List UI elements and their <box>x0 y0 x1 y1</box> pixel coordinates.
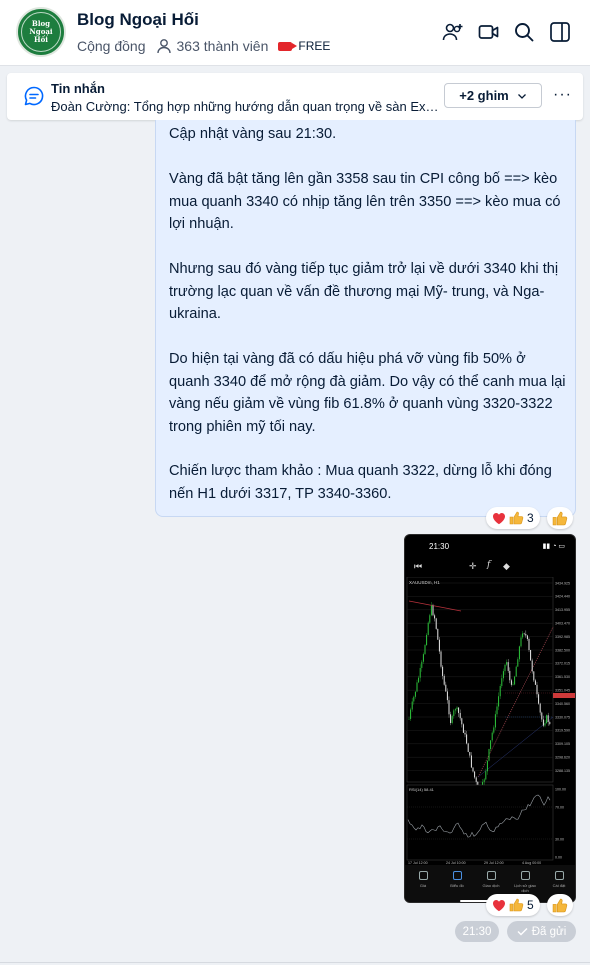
nav-item-settings: Cài đặt <box>545 871 573 888</box>
nav-label: Lịch sử giao dịch <box>514 883 536 893</box>
heart-icon <box>493 512 505 524</box>
pins-count-label: +2 ghim <box>459 88 509 103</box>
nav-label: Giá <box>419 883 427 888</box>
phone-status-bar: 21:30 ▮▮ ◔ ▭ <box>405 535 575 557</box>
trade-icon <box>486 871 496 880</box>
message-paragraph: Nhưng sau đó vàng tiếp tục giảm trở lại … <box>169 261 559 322</box>
price-tick-label: 3330.075 <box>555 715 570 719</box>
timeframe-icon: ⏮ <box>414 561 423 571</box>
rsi-tick-label: 30.00 <box>555 837 564 841</box>
chart-icon <box>452 871 462 880</box>
nav-label: Giao dịch <box>482 883 500 888</box>
free-badge: FREE <box>298 39 331 53</box>
check-icon <box>517 928 528 936</box>
reaction-count: 3 <box>527 511 534 525</box>
search-icon[interactable] <box>512 20 536 44</box>
add-reaction-button[interactable] <box>547 507 573 529</box>
price-tick-label: 3392.985 <box>555 635 570 639</box>
crosshair-icon: ✛ <box>469 561 477 571</box>
thumbs-up-icon <box>509 898 524 912</box>
price-tick-label: 3372.015 <box>555 662 570 666</box>
group-category: Cộng đồng <box>77 38 146 54</box>
price-tick-label: 3361.530 <box>555 675 570 679</box>
pinned-text[interactable]: Đoàn Cường: Tổng hợp những hướng dẫn qua… <box>51 99 439 114</box>
member-icon <box>156 39 171 54</box>
message-paragraph: Chiến lược tham khảo : Mua quanh 3322, d… <box>169 463 552 502</box>
avatar-text-line2: Ngoại Hối <box>29 27 53 44</box>
price-tick-label: 3413.955 <box>555 608 570 612</box>
add-reaction-button[interactable] <box>547 894 573 916</box>
price-tick-label: 3424.440 <box>555 595 570 599</box>
rsi-tick-label: 70.00 <box>555 805 564 809</box>
price-tick-label: 3351.045 <box>555 689 570 693</box>
price-tick-label: 3382.500 <box>555 648 570 652</box>
sidebar-toggle-icon[interactable] <box>548 20 572 44</box>
pins-dropdown-button[interactable]: +2 ghim <box>444 83 542 108</box>
video-call-icon[interactable] <box>477 20 501 44</box>
rsi-tick-label: 100.00 <box>555 787 566 791</box>
price-tick-label: 3340.560 <box>555 702 570 706</box>
symbol-label: XAUUSDm, H1 <box>409 580 440 585</box>
thumbs-up-icon <box>509 511 524 525</box>
nav-item-chart: Biểu đồ <box>443 871 471 888</box>
free-tag-icon <box>278 41 298 51</box>
message-bubble[interactable]: Cập nhật vàng sau 21:30. Vàng đã bật tăn… <box>155 120 576 517</box>
pinned-title: Tin nhắn <box>51 81 105 96</box>
heart-icon <box>493 899 505 911</box>
price-tick-label: 3288.135 <box>555 769 570 773</box>
member-count[interactable]: 363 thành viên <box>177 38 269 54</box>
thumbs-up-icon <box>552 898 568 912</box>
message-time: 21:30 <box>455 921 499 942</box>
more-options-button[interactable]: ··· <box>553 86 572 104</box>
nav-item-history: Lịch sử giao dịch <box>511 871 539 893</box>
indicator-icon: f <box>487 560 491 570</box>
group-subline: Cộng đồng 363 thành viên FREE <box>77 38 330 54</box>
price-tick-label: 3309.105 <box>555 742 570 746</box>
chart-toolbar: ⏮ ✛ f ◆ <box>405 557 575 577</box>
sent-status-label: Đã gửi <box>531 925 567 938</box>
message-paragraph: Do hiện tại vàng đã có dấu hiệu phá vỡ v… <box>169 351 566 435</box>
chat-bubble-icon <box>24 86 44 106</box>
price-tick-label: 3298.620 <box>555 756 570 760</box>
reaction-count: 5 <box>527 898 534 912</box>
nav-label: Cài đặt <box>552 883 566 888</box>
group-title[interactable]: Blog Ngoại Hối <box>77 10 199 30</box>
price-tick-label: 3434.925 <box>555 581 570 585</box>
chat-header: Blog Ngoại Hối Blog Ngoại Hối Cộng đồng … <box>0 0 590 66</box>
group-avatar[interactable]: Blog Ngoại Hối <box>16 7 66 57</box>
price-tick-label: 3403.470 <box>555 622 570 626</box>
nav-item-trade: Giao dịch <box>477 871 505 888</box>
objects-icon: ◆ <box>503 561 510 571</box>
chevron-down-icon <box>517 93 526 99</box>
signal-wifi-battery-icon: ▮▮ ◔ ▭ <box>542 543 565 550</box>
composer-divider <box>0 962 590 963</box>
quotes-icon <box>418 871 428 880</box>
message-paragraph: Vàng đã bật tăng lên gần 3358 sau tin CP… <box>169 171 561 232</box>
chart-screenshot-image[interactable]: 21:30 ▮▮ ◔ ▭ ⏮ ✛ f ◆ XAUUSDm, H1 3434.92… <box>404 534 576 903</box>
history-icon <box>520 871 530 880</box>
reaction-summary[interactable]: 3 <box>486 507 540 529</box>
nav-item-quotes: Giá <box>409 871 437 888</box>
rsi-label: RSI(14) 58.41 <box>409 787 435 792</box>
add-member-icon[interactable] <box>441 20 465 44</box>
settings-icon <box>554 871 564 880</box>
message-paragraph: Cập nhật vàng sau 21:30. <box>169 126 337 142</box>
image-reaction-summary[interactable]: 5 <box>486 894 540 916</box>
nav-label: Biểu đồ <box>450 883 464 888</box>
phone-status-time: 21:30 <box>429 542 450 551</box>
rsi-tick-label: 0.00 <box>555 855 562 859</box>
price-tick-label: 3319.590 <box>555 729 570 733</box>
thumbs-up-icon <box>552 511 568 525</box>
pinned-message-bar[interactable]: Tin nhắn Đoàn Cường: Tổng hợp những hướn… <box>7 73 583 120</box>
price-chart: XAUUSDm, H1 3434.925 3424.440 3413.955 3403… <box>406 577 575 865</box>
sent-status: Đã gửi <box>507 921 576 942</box>
